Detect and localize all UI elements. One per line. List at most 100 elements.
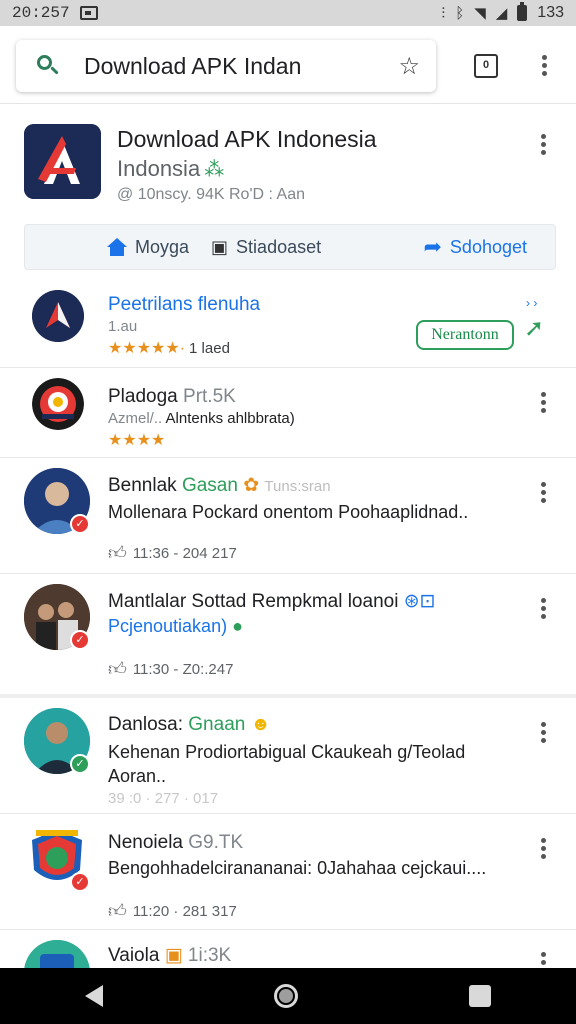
expand-arrows-icon[interactable]: › › (526, 296, 537, 310)
item-meta: 👍︎ 11:30 - Z0:.247 (108, 658, 233, 680)
recent-apps-icon[interactable] (468, 985, 491, 1007)
chat-action[interactable]: ▣ Stiadoaset (211, 237, 321, 258)
verified-icon: ✓ (70, 630, 90, 650)
app-header-card: Download APK Indonesia Indonsia ⁂ @ 10nsc… (0, 108, 576, 278)
battery-icon (517, 2, 528, 21)
flower-icon: ✿ (243, 475, 260, 496)
bluetooth-icon: ᛒ (455, 4, 465, 22)
item-subtitle: 1.au (108, 318, 138, 335)
list-item[interactable]: ✓ Danlosa: Gnaan ☻ Kehenan Prodiortabigu… (0, 698, 576, 814)
item-title: Bennlak Gasan ✿ Tuns:sran (108, 474, 331, 497)
item-title: Peetrilans flenuha (108, 294, 261, 315)
section-divider (0, 694, 576, 698)
battery-level: 133 (537, 4, 564, 21)
item-menu-button[interactable] (540, 598, 546, 619)
share-arrow-icon: ➦ (423, 234, 442, 259)
vibrate-icon: ⫶ (441, 4, 446, 22)
badge-icon: ▣ (164, 945, 183, 966)
avatar (24, 940, 90, 970)
avatar (32, 378, 84, 430)
item-description: Bengohhadelciranananai: 0Jahahaa cejckau… (108, 858, 487, 878)
verified-icon: ✓ (70, 514, 90, 534)
link-icon: ⊛ (403, 591, 420, 612)
wifi-icon: ◥ (474, 4, 486, 22)
home-nav-icon[interactable] (273, 984, 298, 1008)
list-item[interactable]: ✓ Mantlalar Sottad Rempkmal loanoi ⊛⊡ Pc… (0, 574, 576, 688)
item-menu-button[interactable] (540, 482, 546, 503)
item-title-green: Gnaan (188, 714, 246, 735)
thumbs-up-icon[interactable]: 👍︎ (108, 900, 127, 922)
item-description: Kehenan Prodiortabigual Ckaukeah g/Teola… (108, 742, 466, 762)
search-icon[interactable] (36, 54, 60, 78)
emoji-icon: ☻ (250, 714, 271, 735)
item-title-text: Vaiola (108, 945, 160, 966)
header-menu-button[interactable] (540, 134, 546, 155)
item-rating: ★★★★★· 1 laed (108, 338, 230, 358)
item-title-text: Danlosa: (108, 714, 183, 735)
rating-stars-icon: ★★★★★· (108, 340, 186, 357)
item-meta-text: 11:36 - 204 217 (132, 544, 237, 562)
avatar (32, 290, 84, 342)
item-title-text: Nenoiela (108, 832, 183, 853)
list-item[interactable]: ✓ Bennlak Gasan ✿ Tuns:sran Mollenara Po… (0, 458, 576, 574)
app-subtitle: Indonsia ⁂ (117, 156, 224, 182)
check-circle-icon: ● (232, 616, 243, 636)
item-meta-text: 11:20 · 281 317 (132, 902, 237, 920)
item-title-faded: Tuns:sran (264, 478, 331, 495)
share-action[interactable]: ➦ Sdohoget (423, 234, 527, 260)
verified-badge-icon: ⁂ (204, 159, 225, 181)
thumbs-up-icon[interactable]: 👍︎ (108, 658, 127, 680)
item-menu-button[interactable] (540, 392, 546, 413)
chat-action-label: Stiadoaset (236, 236, 322, 257)
item-description: Mollenara Pockard onentom Poohaaplidnad.… (108, 502, 469, 522)
thumbs-up-icon[interactable]: 👍︎ (108, 542, 127, 564)
bookmark-star-icon[interactable]: ☆ (398, 52, 420, 81)
search-input[interactable] (84, 52, 374, 80)
verified-icon: ✓ (70, 754, 90, 774)
signal-icon: ◢ (495, 4, 508, 22)
chat-icon: ▣ (211, 236, 229, 257)
app-subtitle-text: Indonsia (117, 156, 201, 181)
status-icons: ⫶ ᛒ ◥ ◢ 133 (441, 2, 564, 22)
search-box[interactable]: ☆ (16, 40, 436, 92)
item-title: Nenoiela G9.TK (108, 832, 243, 854)
open-button[interactable]: Nerantonn (416, 320, 514, 350)
app-meta: @ 10nscy. 94K Ro'D : Aan (117, 186, 305, 203)
item-subtitle: Pcjenoutiakan) ● (108, 616, 243, 637)
home-action[interactable]: Moyga (107, 237, 189, 258)
back-icon[interactable] (85, 985, 104, 1007)
item-rating: ★★★★ (108, 430, 165, 450)
item-title-text: Bennlak (108, 475, 177, 496)
item-title-green: Gasan (181, 475, 238, 496)
status-time: 20:257 (12, 4, 70, 22)
home-icon (107, 238, 127, 256)
item-menu-button[interactable] (540, 722, 546, 743)
navigation-bar (0, 968, 576, 1024)
list-item[interactable]: Peetrilans flenuha 1.au ★★★★★· 1 laed › … (0, 280, 576, 368)
item-subtitle-a: Azmel/.. (108, 410, 163, 427)
tabs-button[interactable]: 0 (474, 54, 498, 78)
list-item[interactable]: Pladoga Prt.5K Azmel/.. Alntenks ahlbbra… (0, 368, 576, 458)
app-title: Download APK Indonesia (117, 126, 377, 152)
item-title: Pladoga Prt.5K (108, 386, 236, 408)
item-title-extra: 1i:3K (187, 945, 232, 966)
search-row: ☆ 0 (0, 28, 576, 104)
menu-button[interactable] (541, 55, 547, 76)
list-item[interactable]: ✓ Nenoiela G9.TK Bengohhadelciranananai:… (0, 814, 576, 930)
item-description-2: Aoran.. (108, 766, 167, 786)
rating-stars-icon: ★★★★ (108, 432, 166, 449)
rating-text: 1 laed (189, 339, 230, 357)
open-arrow-icon[interactable]: ➚ (524, 314, 544, 343)
item-meta-text: 11:30 - Z0:.247 (132, 660, 234, 678)
image-icon (79, 6, 98, 20)
home-action-label: Moyga (135, 236, 190, 257)
item-meta: 👍︎ 11:36 - 204 217 (108, 542, 237, 564)
actions-row: Moyga ▣ Stiadoaset ➦ Sdohoget (24, 224, 556, 270)
share-action-label: Sdohoget (449, 236, 527, 257)
item-menu-button[interactable] (540, 838, 546, 859)
item-meta: 👍︎ 11:20 · 281 317 (108, 900, 237, 922)
status-bar: 20:257 ⫶ ᛒ ◥ ◢ 133 (0, 0, 576, 26)
list-item[interactable]: Vaiola ▣ 1i:3K (0, 930, 576, 970)
item-title: Mantlalar Sottad Rempkmal loanoi ⊛⊡ (108, 590, 436, 613)
app-logo[interactable] (24, 124, 101, 199)
